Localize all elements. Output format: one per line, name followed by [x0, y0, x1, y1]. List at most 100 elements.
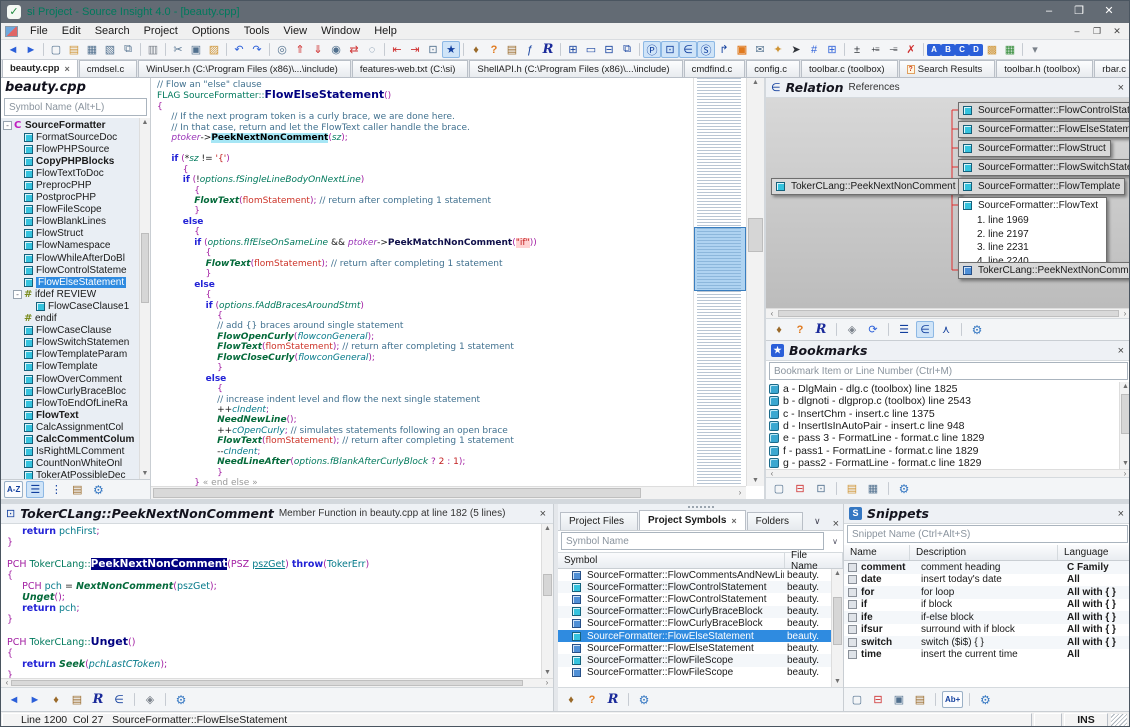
snippet-row[interactable]: switchswitch ($i$) { }All with { }: [844, 636, 1130, 649]
toolbar-icon[interactable]: ▥: [144, 41, 162, 58]
toolbar-icon[interactable]: [140, 43, 141, 56]
relation-footer-icon[interactable]: ?: [791, 321, 809, 338]
toolbar-icon[interactable]: A: [927, 44, 941, 56]
snippet-row[interactable]: ifif blockAll with { }: [844, 599, 1130, 612]
symbol-row[interactable]: SourceFormatter::FlowFileScopebeauty.: [558, 654, 831, 666]
toolbar-icon[interactable]: ⊡: [661, 41, 679, 58]
symbol-filter-input[interactable]: [4, 98, 147, 116]
toolbar-icon[interactable]: Ⓟ: [643, 41, 661, 58]
code-line[interactable]: FlowOpenCurly(flowconGeneral);: [157, 332, 693, 342]
scroll-left-icon[interactable]: ‹: [766, 470, 778, 477]
symbol-list-item[interactable]: FlowBlankLines: [1, 216, 138, 228]
code-line[interactable]: else: [157, 217, 693, 227]
toolbar-icon[interactable]: +≡: [866, 41, 884, 58]
scrollbar-thumb[interactable]: [141, 233, 149, 303]
close-icon[interactable]: ×: [538, 508, 548, 520]
toolbar-icon[interactable]: [43, 43, 44, 56]
expander-icon[interactable]: [13, 435, 22, 444]
tab-close-icon[interactable]: ×: [731, 516, 736, 526]
relation-tab-label[interactable]: References: [849, 82, 900, 93]
scroll-up-icon[interactable]: ▲: [140, 118, 150, 128]
relation-node[interactable]: TokerCLang::PeekNextNonComment: [958, 262, 1130, 279]
toolbar-icon[interactable]: [463, 43, 464, 56]
expander-icon[interactable]: [13, 459, 22, 468]
scroll-down-icon[interactable]: ▼: [542, 668, 553, 678]
toolbar-icon[interactable]: ◌: [363, 41, 381, 58]
snippet-row[interactable]: ifsursurround with if blockAll with { }: [844, 624, 1130, 637]
file-tab[interactable]: beauty.cpp×: [2, 60, 78, 77]
symbol-list-item[interactable]: CountNonWhiteOnl: [1, 458, 138, 470]
symbol-list-item[interactable]: -CSourceFormatter: [1, 119, 138, 131]
relation-footer-icon[interactable]: ∈: [916, 321, 934, 338]
code-line[interactable]: [7, 548, 553, 559]
relation-footer-icon[interactable]: R: [812, 321, 830, 338]
code-line[interactable]: }: [157, 269, 693, 279]
code-line[interactable]: {: [157, 165, 693, 175]
scroll-right-icon[interactable]: ›: [1119, 309, 1130, 318]
symbol-list-item[interactable]: FlowPHPSource: [1, 143, 138, 155]
project-tab-chevron-icon[interactable]: ∨: [808, 516, 827, 527]
toolbar-icon[interactable]: ⇓: [309, 41, 327, 58]
toolbar-icon[interactable]: ƒ: [521, 41, 539, 58]
toolbar-icon[interactable]: ↶: [230, 41, 248, 58]
symbol-list-item[interactable]: FlowNamespace: [1, 240, 138, 252]
symbol-list-item[interactable]: FlowControlStateme: [1, 264, 138, 276]
code-line[interactable]: PCH pch = NextNonComment(pszGet);: [7, 581, 553, 592]
expander-icon[interactable]: [13, 278, 22, 287]
project-footer-icon[interactable]: [628, 693, 629, 706]
code-editor[interactable]: // Flow an "else" clauseFLAG SourceForma…: [151, 78, 764, 499]
toolbar-icon[interactable]: ▣: [187, 41, 205, 58]
code-line[interactable]: Unget();: [7, 592, 553, 603]
toolbar-icon[interactable]: ◄: [4, 41, 22, 58]
relation-node[interactable]: SourceFormatter::FlowElseStatement: [958, 121, 1130, 138]
toolbar-icon[interactable]: ▨: [205, 41, 223, 58]
code-line[interactable]: ptoker->PeekNextNonComment(sz);: [157, 133, 693, 143]
expander-icon[interactable]: [13, 229, 22, 238]
close-icon[interactable]: ×: [831, 518, 841, 530]
file-tab[interactable]: ShellAPI.h (C:\Program Files (x86)\...\i…: [469, 60, 682, 77]
menu-item[interactable]: Options: [185, 24, 237, 38]
project-footer-icon[interactable]: ♦: [562, 691, 580, 708]
toolbar-icon[interactable]: ►: [22, 41, 40, 58]
toolbar-icon[interactable]: ◉: [327, 41, 345, 58]
toolbar-icon[interactable]: [560, 43, 561, 56]
file-tab[interactable]: cmdsel.c: [79, 60, 137, 77]
toolbar-icon[interactable]: ▩: [983, 41, 1001, 58]
toolbar-icon[interactable]: ▧: [101, 41, 119, 58]
close-icon[interactable]: ×: [1116, 345, 1126, 357]
snippet-row[interactable]: forfor loopAll with { }: [844, 586, 1130, 599]
scroll-down-icon[interactable]: ▼: [1120, 459, 1130, 469]
mdi-close-button[interactable]: ✕: [1109, 26, 1125, 37]
expander-icon[interactable]: [13, 241, 22, 250]
bookmarks-footer-icon[interactable]: ▤: [843, 480, 861, 497]
editor-horizontal-scrollbar[interactable]: ›: [151, 486, 746, 499]
expander-icon[interactable]: [13, 169, 22, 178]
symbol-row[interactable]: SourceFormatter::FlowElseStatementbeauty…: [558, 642, 831, 654]
bookmark-item[interactable]: a - DlgMain - dlg.c (toolbox) line 1825: [769, 383, 1117, 395]
toolbar-icon[interactable]: [384, 43, 385, 56]
snippets-footer-icon[interactable]: [969, 693, 970, 706]
code-line[interactable]: PCH TokerCLang::Unget(): [7, 636, 553, 648]
menu-item[interactable]: Search: [88, 24, 137, 38]
symbol-list-item[interactable]: FormatSourceDoc: [1, 131, 138, 143]
menu-item[interactable]: View: [276, 24, 314, 38]
file-tab[interactable]: ?Search Results: [899, 60, 996, 77]
code-line[interactable]: if (options.fAddBracesAroundStmt): [157, 301, 693, 311]
project-symbol-filter-input[interactable]: [561, 532, 824, 550]
expander-icon[interactable]: [13, 362, 22, 371]
code-line[interactable]: FlowText(flomStatement); // return after…: [157, 196, 693, 206]
toolbar-icon[interactable]: ▦: [83, 41, 101, 58]
file-tab[interactable]: WinUser.h (C:\Program Files (x86)\...\in…: [138, 60, 351, 77]
expander-icon[interactable]: [13, 266, 22, 275]
sidebar-footer-icon[interactable]: ▤: [68, 481, 86, 498]
symbol-list-item[interactable]: -#ifdef REVIEW: [1, 288, 138, 300]
bookmark-filter-input[interactable]: [769, 362, 1128, 380]
symbol-list-item[interactable]: FlowToEndOfLineRa: [1, 397, 138, 409]
sidebar-footer-icon[interactable]: ⚙: [89, 481, 107, 498]
code-line[interactable]: {: [7, 570, 553, 581]
toolbar-icon[interactable]: [639, 43, 640, 56]
toolbar-icon[interactable]: ▦: [1001, 41, 1019, 58]
reference-line-item[interactable]: 3. line 2231: [963, 241, 1029, 255]
relation-footer-icon[interactable]: ♦: [770, 321, 788, 338]
project-footer-icon[interactable]: ?: [583, 691, 601, 708]
